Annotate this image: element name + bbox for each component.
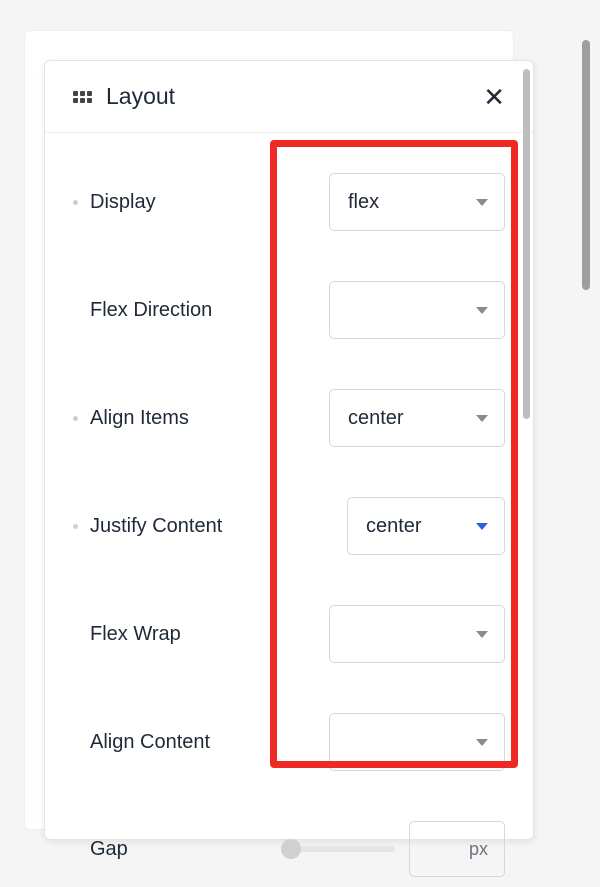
chevron-down-icon [476,415,488,422]
row-display: Display flex [73,173,505,231]
bullet-spacer [73,632,78,637]
row-gap: Gap px [73,821,505,877]
row-flex-wrap: Flex Wrap [73,605,505,663]
layout-panel: Layout ✕ Display flex Flex Direction [44,60,534,840]
justify-content-select[interactable]: center [347,497,505,555]
panel-header: Layout ✕ [45,61,533,133]
display-value: flex [348,191,379,214]
flex-wrap-label: Flex Wrap [90,623,181,646]
align-items-value: center [348,407,404,430]
panel-header-left: Layout [73,83,175,110]
align-content-label: Align Content [90,731,210,754]
panel-title: Layout [106,83,175,110]
bullet-dot [73,200,78,205]
label-wrap: Justify Content [73,515,222,538]
justify-content-value: center [366,515,422,538]
display-select[interactable]: flex [329,173,505,231]
grid-icon [73,91,92,103]
chevron-down-icon [476,523,488,530]
flex-direction-label: Flex Direction [90,299,212,322]
chevron-down-icon [476,307,488,314]
label-wrap: Align Items [73,407,189,430]
chevron-down-icon [476,739,488,746]
align-items-label: Align Items [90,407,189,430]
close-icon[interactable]: ✕ [483,84,505,110]
label-wrap: Gap [73,838,128,861]
gap-controls: px [285,821,505,877]
row-align-content: Align Content [73,713,505,771]
flex-wrap-select[interactable] [329,605,505,663]
gap-unit: px [469,839,488,860]
scrollbar-outer[interactable] [582,40,590,290]
bullet-spacer [73,847,78,852]
gap-slider[interactable] [285,846,395,852]
scrollbar-inner[interactable] [523,69,530,419]
chevron-down-icon [476,631,488,638]
label-wrap: Flex Wrap [73,623,181,646]
bullet-spacer [73,308,78,313]
align-content-select[interactable] [329,713,505,771]
gap-label: Gap [90,838,128,861]
slider-thumb[interactable] [281,839,301,859]
row-flex-direction: Flex Direction [73,281,505,339]
bullet-spacer [73,740,78,745]
panel-body: Display flex Flex Direction Align Items [45,133,533,887]
flex-direction-select[interactable] [329,281,505,339]
row-align-items: Align Items center [73,389,505,447]
justify-content-label: Justify Content [90,515,222,538]
label-wrap: Align Content [73,731,210,754]
chevron-down-icon [476,199,488,206]
display-label: Display [90,191,156,214]
align-items-select[interactable]: center [329,389,505,447]
gap-unit-input[interactable]: px [409,821,505,877]
bullet-dot [73,416,78,421]
label-wrap: Flex Direction [73,299,212,322]
bullet-dot [73,524,78,529]
label-wrap: Display [73,191,156,214]
row-justify-content: Justify Content center [73,497,505,555]
